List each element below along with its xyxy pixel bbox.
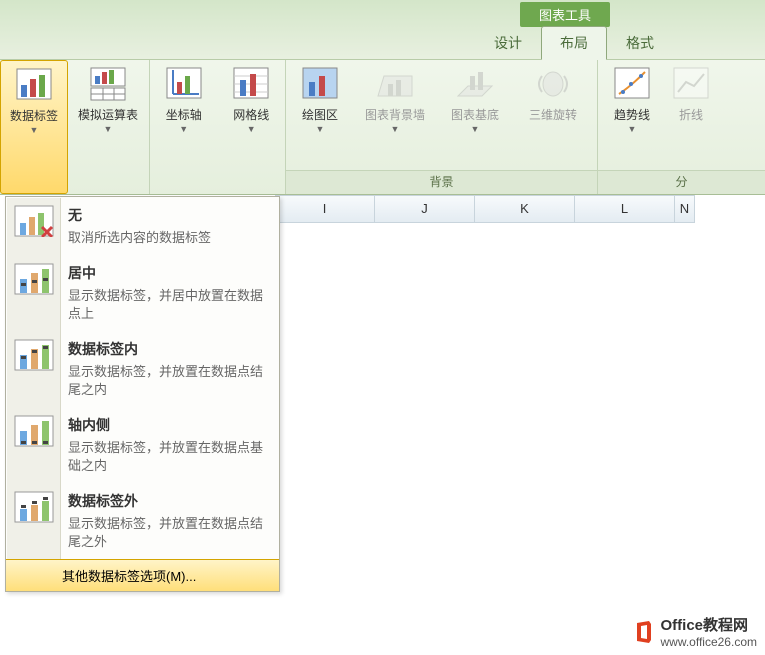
chart-floor-button: 图表基底 ▼ <box>436 60 514 170</box>
office-logo-icon <box>633 621 655 643</box>
group-analysis-label: 分 <box>598 170 765 194</box>
menu-item-inside-end[interactable]: 数据标签内 显示数据标签，并放置在数据点结尾之内 <box>6 331 279 407</box>
group-background-label: 背景 <box>286 170 597 194</box>
menu-item-outside-end[interactable]: 数据标签外 显示数据标签，并放置在数据点结尾之外 <box>6 483 279 559</box>
labels-none-icon <box>14 205 54 237</box>
menu-desc: 显示数据标签，并居中放置在数据点上 <box>68 287 269 323</box>
labels-center-icon <box>14 263 54 295</box>
gridlines-label: 网格线 <box>233 108 269 122</box>
lines-label: 折线 <box>679 108 703 122</box>
axes-button[interactable]: 坐标轴 ▼ <box>150 60 218 194</box>
watermark-title: Office教程网 <box>661 614 758 635</box>
chart-wall-label: 图表背景墙 <box>365 108 425 122</box>
lines-icon <box>672 66 710 104</box>
gridlines-icon <box>232 66 270 104</box>
dropdown-arrow-icon: ▼ <box>316 124 325 134</box>
menu-desc: 显示数据标签，并放置在数据点基础之内 <box>68 439 269 475</box>
dropdown-arrow-icon: ▼ <box>247 124 256 134</box>
menu-title: 居中 <box>68 263 269 283</box>
labels-inside-base-icon <box>14 415 54 447</box>
lines-button: 折线 <box>666 60 716 170</box>
data-labels-dropdown: 无 取消所选内容的数据标签 居中 显示数据标签，并居中放置在数据点上 <box>5 196 280 592</box>
dropdown-arrow-icon: ▼ <box>30 125 39 135</box>
data-labels-button[interactable]: 数据标签 ▼ <box>0 60 68 194</box>
trendline-label: 趋势线 <box>614 108 650 122</box>
trendline-button[interactable]: 趋势线 ▼ <box>598 60 666 170</box>
column-headers: I J K L N <box>275 195 765 223</box>
col-header-l[interactable]: L <box>575 195 675 223</box>
tab-layout[interactable]: 布局 <box>541 26 607 60</box>
dropdown-arrow-icon: ▼ <box>628 124 637 134</box>
data-table-button[interactable]: 模拟运算表 ▼ <box>68 60 148 194</box>
col-header-k[interactable]: K <box>475 195 575 223</box>
watermark-url: www.office26.com <box>661 635 758 649</box>
grid-body[interactable] <box>275 223 765 563</box>
data-labels-icon <box>15 67 53 105</box>
menu-item-none[interactable]: 无 取消所选内容的数据标签 <box>6 197 279 255</box>
dropdown-arrow-icon: ▼ <box>104 124 113 134</box>
chart-floor-label: 图表基底 <box>451 108 499 122</box>
col-header-j[interactable]: J <box>375 195 475 223</box>
col-header-n[interactable]: N <box>675 195 695 223</box>
dropdown-arrow-icon: ▼ <box>179 124 188 134</box>
menu-title: 轴内侧 <box>68 415 269 435</box>
tab-design[interactable]: 设计 <box>475 26 541 59</box>
context-tabs: 设计 布局 格式 <box>475 26 673 59</box>
data-table-label: 模拟运算表 <box>78 108 138 122</box>
labels-outside-end-icon <box>14 491 54 523</box>
labels-inside-end-icon <box>14 339 54 371</box>
data-table-icon <box>89 66 127 104</box>
plot-area-label: 绘图区 <box>302 108 338 122</box>
menu-more-options[interactable]: 其他数据标签选项(M)... <box>6 559 279 591</box>
menu-item-center[interactable]: 居中 显示数据标签，并居中放置在数据点上 <box>6 255 279 331</box>
rotation-3d-icon <box>534 66 572 104</box>
trendline-icon <box>613 66 651 104</box>
dropdown-arrow-icon: ▼ <box>391 124 400 134</box>
menu-title: 数据标签外 <box>68 491 269 511</box>
chart-wall-icon <box>376 66 414 104</box>
rotation-3d-label: 三维旋转 <box>529 108 577 122</box>
axes-icon <box>165 66 203 104</box>
chart-tools-title: 图表工具 <box>520 2 610 27</box>
menu-title: 数据标签内 <box>68 339 269 359</box>
ribbon: 数据标签 ▼ 模拟运算表 ▼ <box>0 60 765 195</box>
tab-format[interactable]: 格式 <box>607 26 673 59</box>
rotation-3d-button: 三维旋转 <box>514 60 592 170</box>
gridlines-button[interactable]: 网格线 ▼ <box>218 60 286 194</box>
chart-wall-button: 图表背景墙 ▼ <box>354 60 436 170</box>
axes-label: 坐标轴 <box>166 108 202 122</box>
menu-title: 无 <box>68 205 269 225</box>
watermark: Office教程网 www.office26.com <box>633 614 758 649</box>
plot-area-button[interactable]: 绘图区 ▼ <box>286 60 354 170</box>
plot-area-icon <box>301 66 339 104</box>
dropdown-arrow-icon: ▼ <box>471 124 480 134</box>
menu-desc: 显示数据标签，并放置在数据点结尾之内 <box>68 363 269 399</box>
chart-floor-icon <box>456 66 494 104</box>
menu-item-inside-base[interactable]: 轴内侧 显示数据标签，并放置在数据点基础之内 <box>6 407 279 483</box>
menu-desc: 取消所选内容的数据标签 <box>68 229 269 247</box>
data-labels-label: 数据标签 <box>10 109 58 123</box>
menu-desc: 显示数据标签，并放置在数据点结尾之外 <box>68 515 269 551</box>
col-header-i[interactable]: I <box>275 195 375 223</box>
